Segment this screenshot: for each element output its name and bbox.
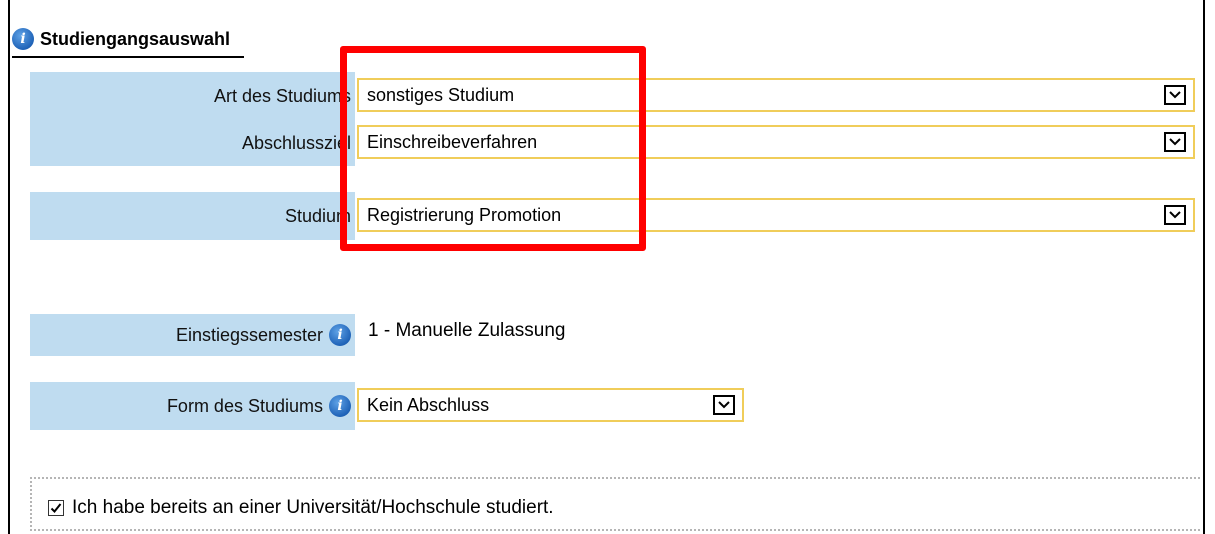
abschluss-select[interactable]: Einschreibeverfahren <box>357 125 1195 159</box>
chevron-down-icon[interactable] <box>1164 85 1186 105</box>
info-icon: i <box>12 28 34 50</box>
art-select[interactable]: sonstiges Studium <box>357 78 1195 112</box>
chevron-down-icon[interactable] <box>1164 205 1186 225</box>
info-icon[interactable]: i <box>329 324 351 346</box>
form-label-text: Form des Studiums <box>166 395 323 416</box>
abschluss-label: Abschlussziel <box>30 126 355 160</box>
checkbox-row[interactable]: Ich habe bereits an einer Universität/Ho… <box>48 497 554 519</box>
einstieg-label: Einstiegssemester i <box>30 314 355 356</box>
art-select-value: sonstiges Studium <box>367 84 515 105</box>
einstieg-value: 1 - Manuelle Zulassung <box>368 320 566 341</box>
art-label: Art des Studiums <box>30 79 355 113</box>
abschluss-label-text: Abschlussziel <box>241 132 351 153</box>
checkbox-label: Ich habe bereits an einer Universität/Ho… <box>72 497 554 518</box>
abschluss-select-value: Einschreibeverfahren <box>367 131 538 152</box>
info-icon[interactable]: i <box>329 395 351 417</box>
einstieg-label-text: Einstiegssemester <box>175 324 323 345</box>
checkmark-icon <box>50 503 62 513</box>
chevron-down-icon[interactable] <box>713 395 735 415</box>
form-label: Form des Studiums i <box>30 382 355 430</box>
chevron-down-icon[interactable] <box>1164 132 1186 152</box>
studium-select-value: Registrierung Promotion <box>367 204 562 225</box>
section-header: i Studiengangsauswahl <box>12 22 245 58</box>
form-select-value: Kein Abschluss <box>367 394 490 415</box>
checkbox[interactable] <box>48 500 64 516</box>
form-select[interactable]: Kein Abschluss <box>357 388 744 422</box>
studium-select[interactable]: Registrierung Promotion <box>357 198 1195 232</box>
studium-label: Studium <box>30 192 355 240</box>
studium-label-text: Studium <box>284 205 351 226</box>
section-title: Studiengangsauswahl <box>40 28 231 49</box>
art-label-text: Art des Studiums <box>213 85 351 106</box>
